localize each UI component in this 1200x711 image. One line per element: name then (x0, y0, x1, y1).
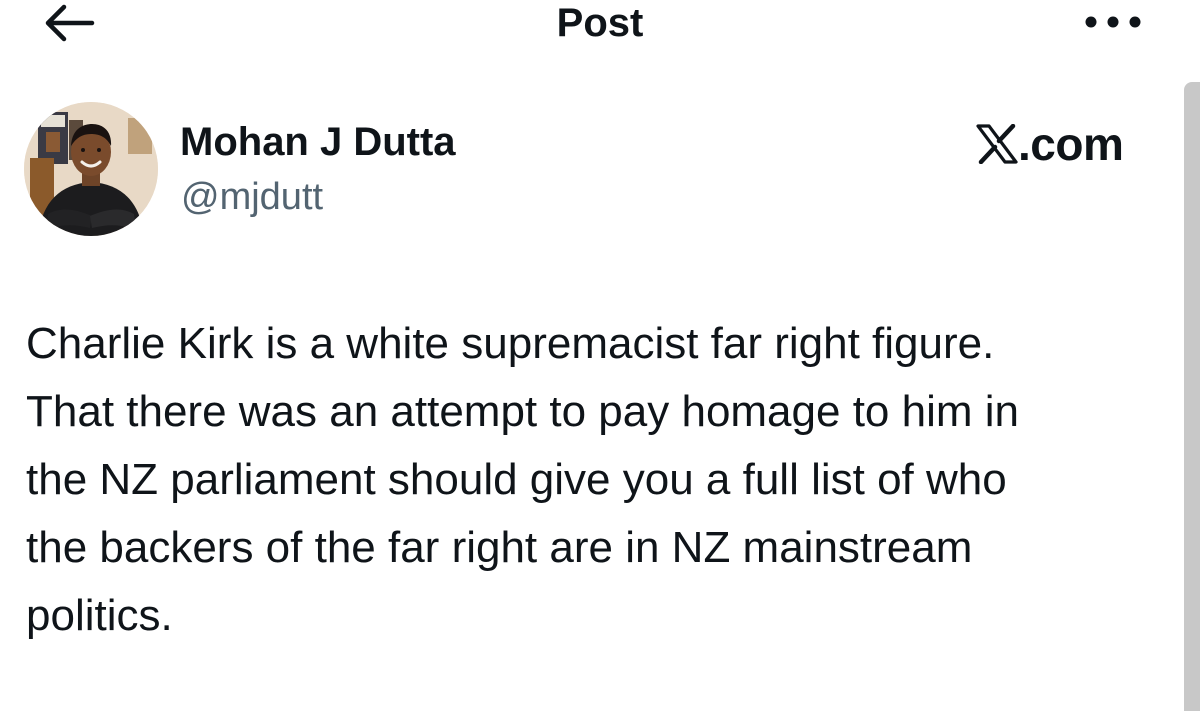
post-text-line: the backers of the far right are in NZ m… (26, 523, 973, 572)
post-text-line: politics. (26, 591, 173, 640)
more-options-button[interactable] (1078, 6, 1148, 40)
avatar[interactable] (24, 102, 158, 236)
post-text-line: That there was an attempt to pay homage … (26, 387, 1019, 436)
author-handle[interactable]: @mjdutt (181, 174, 323, 220)
profile-photo-icon (24, 102, 158, 236)
back-button[interactable] (40, 0, 100, 46)
x-logo-icon (976, 124, 1018, 164)
post-text: Charlie Kirk is a white supremacist far … (26, 310, 1176, 650)
top-nav-bar: Post (0, 0, 1200, 60)
page-title: Post (556, 1, 644, 45)
post-text-line: the NZ parliament should give you a full… (26, 455, 1007, 504)
scrollbar[interactable] (1184, 82, 1200, 711)
post-screen: Post Mohan J Dutta @mjdutt .com Charlie … (0, 0, 1200, 711)
author-name[interactable]: Mohan J Dutta (180, 119, 456, 165)
more-horizontal-icon (1085, 16, 1141, 28)
x-com-logo: .com (974, 118, 1149, 170)
post-text-line: Charlie Kirk is a white supremacist far … (26, 319, 995, 368)
brand-text: .com (1018, 118, 1124, 170)
arrow-left-icon (45, 4, 95, 42)
